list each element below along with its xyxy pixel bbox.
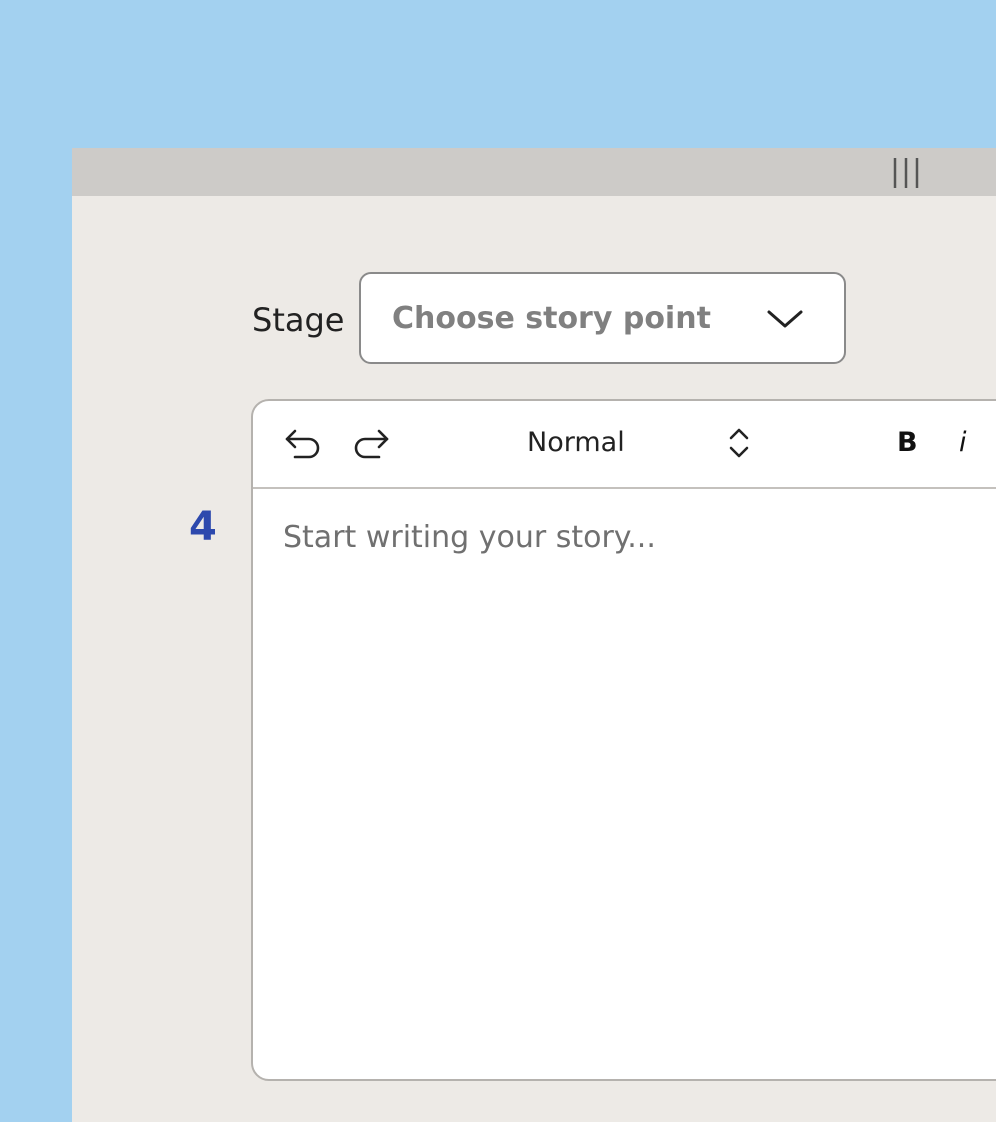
- stage-label: Stage: [252, 301, 345, 339]
- undo-icon[interactable]: [283, 425, 323, 461]
- editor-toolbar: Normal B i: [253, 401, 996, 489]
- italic-button[interactable]: i: [959, 425, 967, 461]
- bold-button[interactable]: B: [897, 425, 918, 461]
- chevron-down-icon: [767, 310, 803, 328]
- redo-icon[interactable]: [351, 425, 391, 461]
- step-number: 4: [189, 504, 217, 550]
- up-down-chevron-icon[interactable]: [725, 425, 753, 461]
- story-text-area[interactable]: Start writing your story...: [253, 489, 996, 1079]
- select-placeholder: Choose story point: [392, 301, 711, 336]
- format-select[interactable]: Normal: [527, 423, 625, 463]
- grip-lines-icon[interactable]: [890, 154, 924, 190]
- story-point-select[interactable]: Choose story point: [359, 272, 846, 364]
- rich-text-editor: Normal B i Start writing your story...: [251, 399, 996, 1081]
- story-placeholder: Start writing your story...: [283, 520, 656, 555]
- editor-window: Stage Choose story point 4 Normal B i St…: [72, 148, 996, 1122]
- window-titlebar[interactable]: [72, 148, 996, 196]
